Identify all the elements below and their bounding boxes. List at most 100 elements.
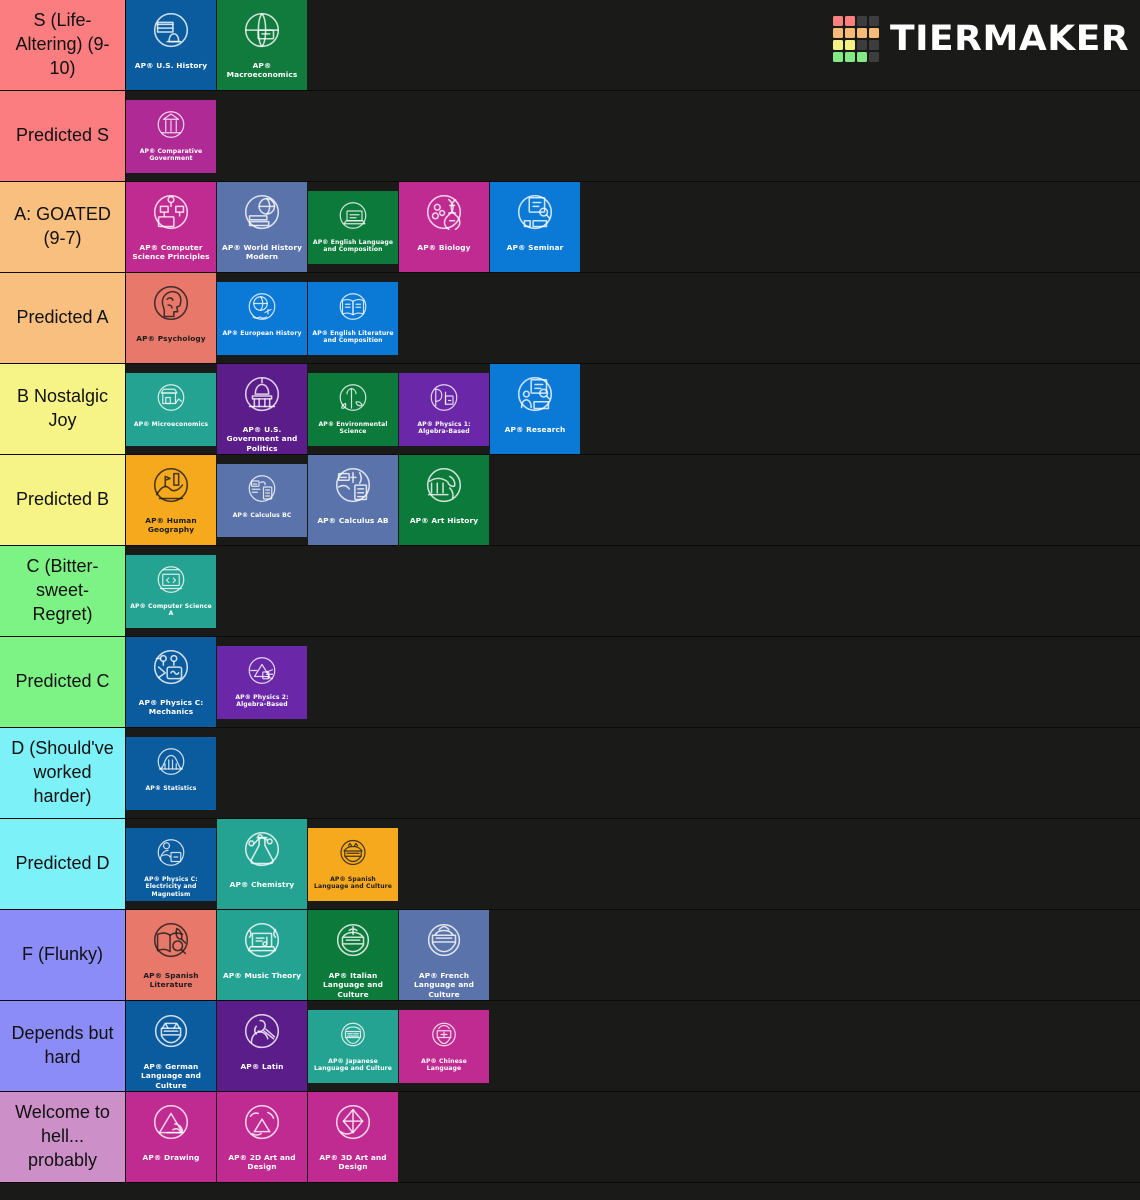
tier-label-3[interactable]: A: GOATED (9-7) (0, 182, 126, 272)
tier-item-card[interactable]: AP® English Language and Composition (308, 190, 398, 264)
tier-item-card[interactable]: AP® 2D Art and Design (217, 1092, 307, 1182)
tier-items-container[interactable]: AP® Drawing AP® 2D Art and Design AP® 3D A… (126, 1092, 1140, 1182)
tier-row: Predicted C AP® Physics C: Mechanics AP® P… (0, 637, 1140, 728)
magnet-field-icon (153, 836, 189, 872)
tier-item-label: AP® Computer Science A (130, 602, 212, 618)
tier-item-label: AP® Calculus AB (317, 516, 389, 525)
tier-item-card[interactable]: AP® Research (490, 364, 580, 454)
tier-row: A: GOATED (9-7) AP® Computer Science Prin… (0, 182, 1140, 273)
tier-item-card[interactable]: AP® French Language and Culture (399, 910, 489, 1000)
tier-item-card[interactable]: AP® 3D Art and Design (308, 1092, 398, 1182)
tier-items-container[interactable]: AP® Spanish Literature AP® Music Theory AP… (126, 910, 1140, 1000)
tier-item-card[interactable]: AP® U.S. History (126, 0, 216, 90)
document-magnify-icon (512, 191, 558, 237)
tier-label-6[interactable]: Predicted B (0, 455, 126, 545)
brand-wordmark: TIERMAKER (889, 18, 1129, 59)
tier-item-label: AP® Drawing (142, 1153, 200, 1162)
tier-item-card[interactable]: AP® Seminar (490, 182, 580, 272)
tier-label-9[interactable]: D (Should've worked harder) (0, 728, 126, 818)
tier-label-4[interactable]: Predicted A (0, 273, 126, 363)
logo-cell (844, 16, 855, 26)
tier-item-label: AP® Music Theory (222, 971, 302, 980)
tier-item-card[interactable]: AP® Physics C: Mechanics (126, 637, 216, 727)
shop-chart-icon (153, 381, 189, 417)
tier-items-container[interactable]: AP® Physics C: Mechanics AP® Physics 2: A… (126, 637, 1140, 727)
tier-item-card[interactable]: AP® Comparative Government (126, 99, 216, 173)
tier-item-card[interactable]: AP® Human Geography (126, 455, 216, 545)
2d-art-icon (239, 1101, 285, 1147)
tier-item-card[interactable]: AP® Calculus BC (217, 463, 307, 537)
tier-item-card[interactable]: AP® European History (217, 281, 307, 355)
tier-item-card[interactable]: AP® Computer Science Principles (126, 182, 216, 272)
tier-items-container[interactable]: AP® Physics C: Electricity and Magnetism… (126, 819, 1140, 909)
tier-item-label: AP® English Literature and Composition (312, 329, 394, 345)
tier-item-label: AP® World History Modern (222, 243, 302, 262)
tier-item-card[interactable]: AP® Microeconomics (126, 372, 216, 446)
landscape-people-icon (148, 464, 194, 510)
tier-item-card[interactable]: AP® Spanish Literature (126, 910, 216, 1000)
tier-items-container[interactable]: AP® German Language and Culture AP® Latin… (126, 1001, 1140, 1091)
tier-label-8[interactable]: Predicted C (0, 637, 126, 727)
tier-label-5[interactable]: B Nostalgic Joy (0, 364, 126, 454)
tier-item-card[interactable]: AP® German Language and Culture (126, 1001, 216, 1091)
tier-item-card[interactable]: AP® Computer Science A (126, 554, 216, 628)
tier-item-card[interactable]: AP® Physics 2: Algebra-Based (217, 645, 307, 719)
tier-item-card[interactable]: AP® Environmental Science (308, 372, 398, 446)
tier-item-card[interactable]: AP® Drawing (126, 1092, 216, 1182)
prism-light-icon (244, 654, 280, 690)
music-notes-icon (239, 919, 285, 965)
tier-item-card[interactable]: AP® Biology (399, 182, 489, 272)
tier-item-label: AP® Human Geography (145, 516, 197, 535)
tier-item-label: AP® Macroeconomics (226, 61, 298, 80)
tier-row: Welcome to hell... probably AP® Drawing AP… (0, 1092, 1140, 1183)
tier-item-card[interactable]: AP® Chinese Language (399, 1009, 489, 1083)
tier-item-card[interactable]: AP® Italian Language and Culture (308, 910, 398, 1000)
tier-item-card[interactable]: AP® Macroeconomics (217, 0, 307, 90)
tier-item-card[interactable]: AP® English Literature and Composition (308, 281, 398, 355)
tier-item-card[interactable]: AP® Latin (217, 1001, 307, 1091)
logo-cell (868, 52, 879, 62)
tier-row: Predicted B AP® Human Geography AP® Calcul… (0, 455, 1140, 546)
tier-items-container[interactable]: AP® Psychology AP® European History AP® En… (126, 273, 1140, 363)
tier-item-card[interactable]: AP® Spanish Language and Culture (308, 827, 398, 901)
tier-item-label: AP® Research (504, 425, 566, 434)
tier-item-label: AP® U.S. History (134, 61, 208, 70)
flask-molecule-icon (239, 828, 285, 874)
tier-items-container[interactable]: AP® Human Geography AP® Calculus BC AP® Ca… (126, 455, 1140, 545)
tier-item-card[interactable]: AP® Statistics (126, 736, 216, 810)
tier-items-container[interactable]: AP® Computer Science Principles AP® World… (126, 182, 1140, 272)
tier-items-container[interactable]: AP® Microeconomics AP® U.S. Government an… (126, 364, 1140, 454)
tier-item-card[interactable]: AP® Japanese Language and Culture (308, 1009, 398, 1083)
tier-label-13[interactable]: Welcome to hell... probably (0, 1092, 126, 1182)
tier-item-card[interactable]: AP® Art History (399, 455, 489, 545)
flowchart-computer-icon (148, 191, 194, 237)
dna-cells-icon (421, 191, 467, 237)
tier-item-card[interactable]: AP® Psychology (126, 273, 216, 363)
francais-crest-icon (421, 919, 467, 965)
tier-item-label: AP® Spanish Literature (143, 971, 199, 990)
tier-item-card[interactable]: AP® Chemistry (217, 819, 307, 909)
tier-list: S (Life-Altering) (9-10) AP® U.S. History… (0, 0, 1140, 1183)
logo-cell (844, 28, 855, 38)
tier-item-card[interactable]: AP® Physics 1: Algebra-Based (399, 372, 489, 446)
tiermaker-logo[interactable]: TIERMAKER (832, 16, 1128, 62)
tier-items-container[interactable]: AP® Statistics (126, 728, 1140, 818)
tier-item-label: AP® Physics C: Mechanics (138, 698, 204, 717)
logo-cell (832, 16, 843, 26)
3d-art-icon (330, 1101, 376, 1147)
tier-label-12[interactable]: Depends but hard (0, 1001, 126, 1091)
tier-item-card[interactable]: AP® U.S. Government and Politics (217, 364, 307, 454)
tier-label-10[interactable]: Predicted D (0, 819, 126, 909)
book-quill-icon (148, 919, 194, 965)
tier-item-label: AP® Physics C: Electricity and Magnetism (144, 875, 198, 899)
tier-items-container[interactable]: AP® Computer Science A (126, 546, 1140, 636)
tier-label-1[interactable]: S (Life-Altering) (9-10) (0, 0, 126, 90)
tier-label-2[interactable]: Predicted S (0, 91, 126, 181)
tier-item-card[interactable]: AP® World History Modern (217, 182, 307, 272)
tier-label-11[interactable]: F (Flunky) (0, 910, 126, 1000)
tier-label-7[interactable]: C (Bitter-sweet-Regret) (0, 546, 126, 636)
tier-items-container[interactable]: AP® Comparative Government (126, 91, 1140, 181)
tier-item-card[interactable]: AP® Physics C: Electricity and Magnetism (126, 827, 216, 901)
tier-item-card[interactable]: AP® Calculus AB (308, 455, 398, 545)
tier-item-card[interactable]: AP® Music Theory (217, 910, 307, 1000)
